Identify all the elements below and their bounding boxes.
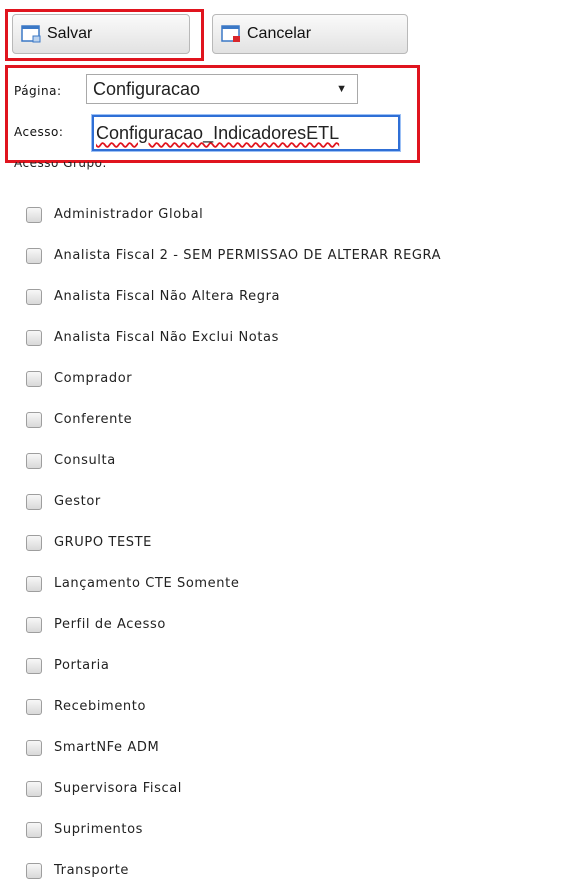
group-checkbox-label[interactable]: Consulta bbox=[54, 453, 116, 468]
group-list-item: Administrador Global bbox=[26, 194, 441, 235]
group-list-item: Lançamento CTE Somente bbox=[26, 563, 441, 604]
group-checkbox-label[interactable]: Transporte bbox=[54, 863, 129, 878]
group-checkbox[interactable] bbox=[26, 657, 42, 674]
save-highlight-box bbox=[5, 9, 204, 61]
group-checkbox[interactable] bbox=[26, 616, 42, 633]
group-checkbox[interactable] bbox=[26, 862, 42, 879]
group-checkbox[interactable] bbox=[26, 739, 42, 756]
group-list-item: SmartNFe ADM bbox=[26, 727, 441, 768]
group-list-item: Transporte bbox=[26, 850, 441, 891]
group-list-item: Comprador bbox=[26, 358, 441, 399]
group-list-item: GRUPO TESTE bbox=[26, 522, 441, 563]
group-checkbox[interactable] bbox=[26, 493, 42, 510]
group-list-item: Supervisora Fiscal bbox=[26, 768, 441, 809]
group-checkbox-label[interactable]: Recebimento bbox=[54, 699, 146, 714]
group-checkbox[interactable] bbox=[26, 698, 42, 715]
group-list-item: Analista Fiscal Não Altera Regra bbox=[26, 276, 441, 317]
group-checkbox-label[interactable]: Perfil de Acesso bbox=[54, 617, 166, 632]
group-checkbox[interactable] bbox=[26, 534, 42, 551]
group-checkbox-label[interactable]: Conferente bbox=[54, 412, 132, 427]
acesso-grupo-heading-text: Acesso Grupo: bbox=[14, 162, 107, 170]
group-list-item: Perfil de Acesso bbox=[26, 604, 441, 645]
group-checkbox-label[interactable]: Analista Fiscal Não Altera Regra bbox=[54, 289, 280, 304]
group-list-item: Consulta bbox=[26, 440, 441, 481]
form-highlight-box bbox=[5, 65, 420, 163]
group-checkbox-list: Administrador Global Analista Fiscal 2 - … bbox=[26, 194, 441, 891]
group-checkbox[interactable] bbox=[26, 329, 42, 346]
group-list-item: Analista Fiscal 2 - SEM PERMISSAO DE ALT… bbox=[26, 235, 441, 276]
group-checkbox[interactable] bbox=[26, 411, 42, 428]
group-list-item: Portaria bbox=[26, 645, 441, 686]
group-checkbox[interactable] bbox=[26, 821, 42, 838]
group-checkbox-label[interactable]: Comprador bbox=[54, 371, 132, 386]
group-checkbox[interactable] bbox=[26, 247, 42, 264]
group-checkbox[interactable] bbox=[26, 780, 42, 797]
group-list-item: Analista Fiscal Não Exclui Notas bbox=[26, 317, 441, 358]
group-checkbox-label[interactable]: GRUPO TESTE bbox=[54, 535, 152, 550]
group-checkbox-label[interactable]: Lançamento CTE Somente bbox=[54, 576, 239, 591]
group-list-item: Conferente bbox=[26, 399, 441, 440]
acesso-grupo-heading: Acesso Grupo: bbox=[14, 162, 107, 175]
group-checkbox-label[interactable]: Supervisora Fiscal bbox=[54, 781, 182, 796]
group-list-item: Suprimentos bbox=[26, 809, 441, 850]
group-checkbox[interactable] bbox=[26, 206, 42, 223]
group-checkbox-label[interactable]: Portaria bbox=[54, 658, 109, 673]
group-checkbox[interactable] bbox=[26, 370, 42, 387]
group-checkbox-label[interactable]: SmartNFe ADM bbox=[54, 740, 159, 755]
group-checkbox-label[interactable]: Suprimentos bbox=[54, 822, 143, 837]
group-checkbox[interactable] bbox=[26, 452, 42, 469]
group-list-item: Recebimento bbox=[26, 686, 441, 727]
group-checkbox[interactable] bbox=[26, 575, 42, 592]
cancel-button-label: Cancelar bbox=[247, 25, 312, 42]
group-checkbox-label[interactable]: Analista Fiscal Não Exclui Notas bbox=[54, 330, 279, 345]
group-checkbox[interactable] bbox=[26, 288, 42, 305]
group-checkbox-label[interactable]: Gestor bbox=[54, 494, 101, 509]
cancel-button[interactable]: Cancelar bbox=[212, 14, 408, 54]
group-checkbox-label[interactable]: Analista Fiscal 2 - SEM PERMISSAO DE ALT… bbox=[54, 248, 441, 263]
cancel-window-icon bbox=[221, 25, 241, 43]
group-checkbox-label[interactable]: Administrador Global bbox=[54, 207, 203, 222]
group-list-item: Gestor bbox=[26, 481, 441, 522]
